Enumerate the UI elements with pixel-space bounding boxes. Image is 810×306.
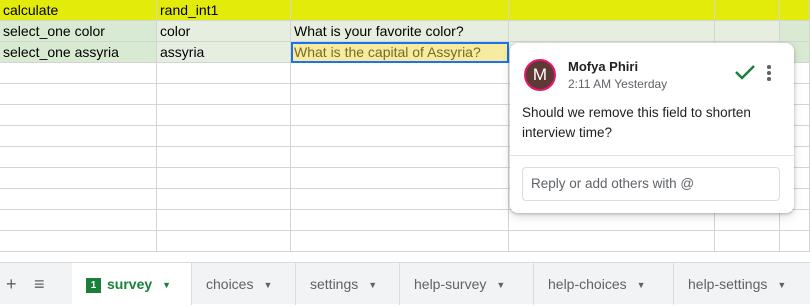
cell-empty[interactable]	[291, 147, 509, 168]
sheet-row-12	[0, 231, 810, 252]
cell-empty[interactable]	[0, 210, 157, 231]
tab-label: survey	[107, 276, 153, 292]
cell-empty[interactable]	[715, 231, 780, 252]
cell-a1[interactable]: calculate	[0, 0, 157, 21]
cell-empty[interactable]	[157, 84, 291, 105]
sheet-row-11	[0, 210, 810, 231]
sheet-row-2: select_one color color What is your favo…	[0, 21, 810, 42]
tab-label: help-settings	[688, 276, 768, 292]
cell-empty[interactable]	[780, 231, 810, 252]
cell-empty[interactable]	[291, 231, 509, 252]
tab-choices[interactable]: choices ▼	[192, 263, 296, 305]
cell-empty[interactable]	[157, 105, 291, 126]
cell-empty[interactable]	[0, 189, 157, 210]
tab-label: help-choices	[548, 276, 627, 292]
sheet-row-1: calculate rand_int1	[0, 0, 810, 21]
cell-empty[interactable]	[0, 126, 157, 147]
caret-down-icon[interactable]: ▼	[263, 264, 272, 306]
reply-input[interactable]: Reply or add others with @	[522, 167, 780, 201]
cell-empty[interactable]	[0, 147, 157, 168]
cell-empty[interactable]	[291, 126, 509, 147]
comment-text: Should we remove this field to shorten i…	[522, 105, 751, 140]
cell-empty[interactable]	[0, 168, 157, 189]
cell-c2[interactable]: What is your favorite color?	[291, 21, 509, 42]
caret-down-icon[interactable]: ▼	[496, 264, 505, 306]
cell-empty[interactable]	[157, 126, 291, 147]
comment-timestamp: 2:11 AM Yesterday	[568, 77, 668, 91]
cell-empty[interactable]	[157, 63, 291, 84]
tab-label: choices	[206, 276, 254, 292]
cell-empty[interactable]	[157, 210, 291, 231]
cell-b1[interactable]: rand_int1	[157, 0, 291, 21]
caret-down-icon[interactable]: ▼	[637, 264, 646, 306]
tab-help-settings[interactable]: help-settings ▼	[674, 263, 810, 305]
cell-b3[interactable]: assyria	[157, 42, 291, 63]
tab-settings[interactable]: settings ▼	[296, 263, 400, 305]
cell-f1[interactable]	[780, 0, 810, 21]
cell-e1[interactable]	[715, 0, 780, 21]
comment-author: Mofya Phiri	[568, 59, 639, 74]
cell-empty[interactable]	[0, 84, 157, 105]
caret-down-icon[interactable]: ▼	[368, 264, 377, 306]
cell-empty[interactable]	[157, 147, 291, 168]
cell-b2[interactable]: color	[157, 21, 291, 42]
avatar: M	[524, 59, 556, 91]
cell-empty[interactable]	[157, 231, 291, 252]
caret-down-icon[interactable]: ▼	[162, 264, 171, 306]
caret-down-icon[interactable]: ▼	[777, 264, 786, 306]
more-vert-icon[interactable]	[766, 65, 772, 81]
cell-empty[interactable]	[157, 189, 291, 210]
sheet-tab-bar: + ≡ 1 survey ▼ choices ▼ settings ▼ help-sur…	[0, 262, 810, 305]
check-icon[interactable]	[734, 63, 756, 81]
cell-empty[interactable]	[157, 168, 291, 189]
cell-empty[interactable]	[291, 168, 509, 189]
cell-empty[interactable]	[291, 63, 509, 84]
cell-f2[interactable]	[780, 21, 810, 42]
tab-survey[interactable]: 1 survey ▼	[72, 263, 192, 305]
tab-help-choices[interactable]: help-choices ▼	[534, 263, 674, 305]
cell-empty[interactable]	[0, 231, 157, 252]
tab-help-survey[interactable]: help-survey ▼	[400, 263, 534, 305]
cell-empty[interactable]	[509, 231, 715, 252]
cell-empty[interactable]	[0, 63, 157, 84]
cell-e2[interactable]	[715, 21, 780, 42]
cell-empty[interactable]	[291, 210, 509, 231]
cell-empty[interactable]	[715, 210, 780, 231]
tab-label: settings	[310, 276, 359, 292]
cell-d2[interactable]	[509, 21, 715, 42]
cell-empty[interactable]	[780, 210, 810, 231]
cell-empty[interactable]	[291, 84, 509, 105]
cell-empty[interactable]	[509, 210, 715, 231]
cell-c3-selected[interactable]: What is the capital of Assyria?	[291, 42, 509, 63]
cell-d1[interactable]	[509, 0, 715, 21]
cell-a3[interactable]: select_one assyria	[0, 42, 157, 63]
cell-c1[interactable]	[291, 0, 509, 21]
tab-badge: 1	[86, 278, 101, 293]
cell-a2[interactable]: select_one color	[0, 21, 157, 42]
cell-empty[interactable]	[291, 189, 509, 210]
add-sheet-icon[interactable]: +	[6, 275, 17, 293]
cell-empty[interactable]	[0, 105, 157, 126]
tab-label: help-survey	[414, 276, 487, 292]
all-sheets-list-icon[interactable]: ≡	[34, 275, 45, 293]
divider	[510, 155, 794, 156]
comment-card[interactable]: M Mofya Phiri 2:11 AM Yesterday Should w…	[510, 43, 794, 213]
cell-empty[interactable]	[291, 105, 509, 126]
